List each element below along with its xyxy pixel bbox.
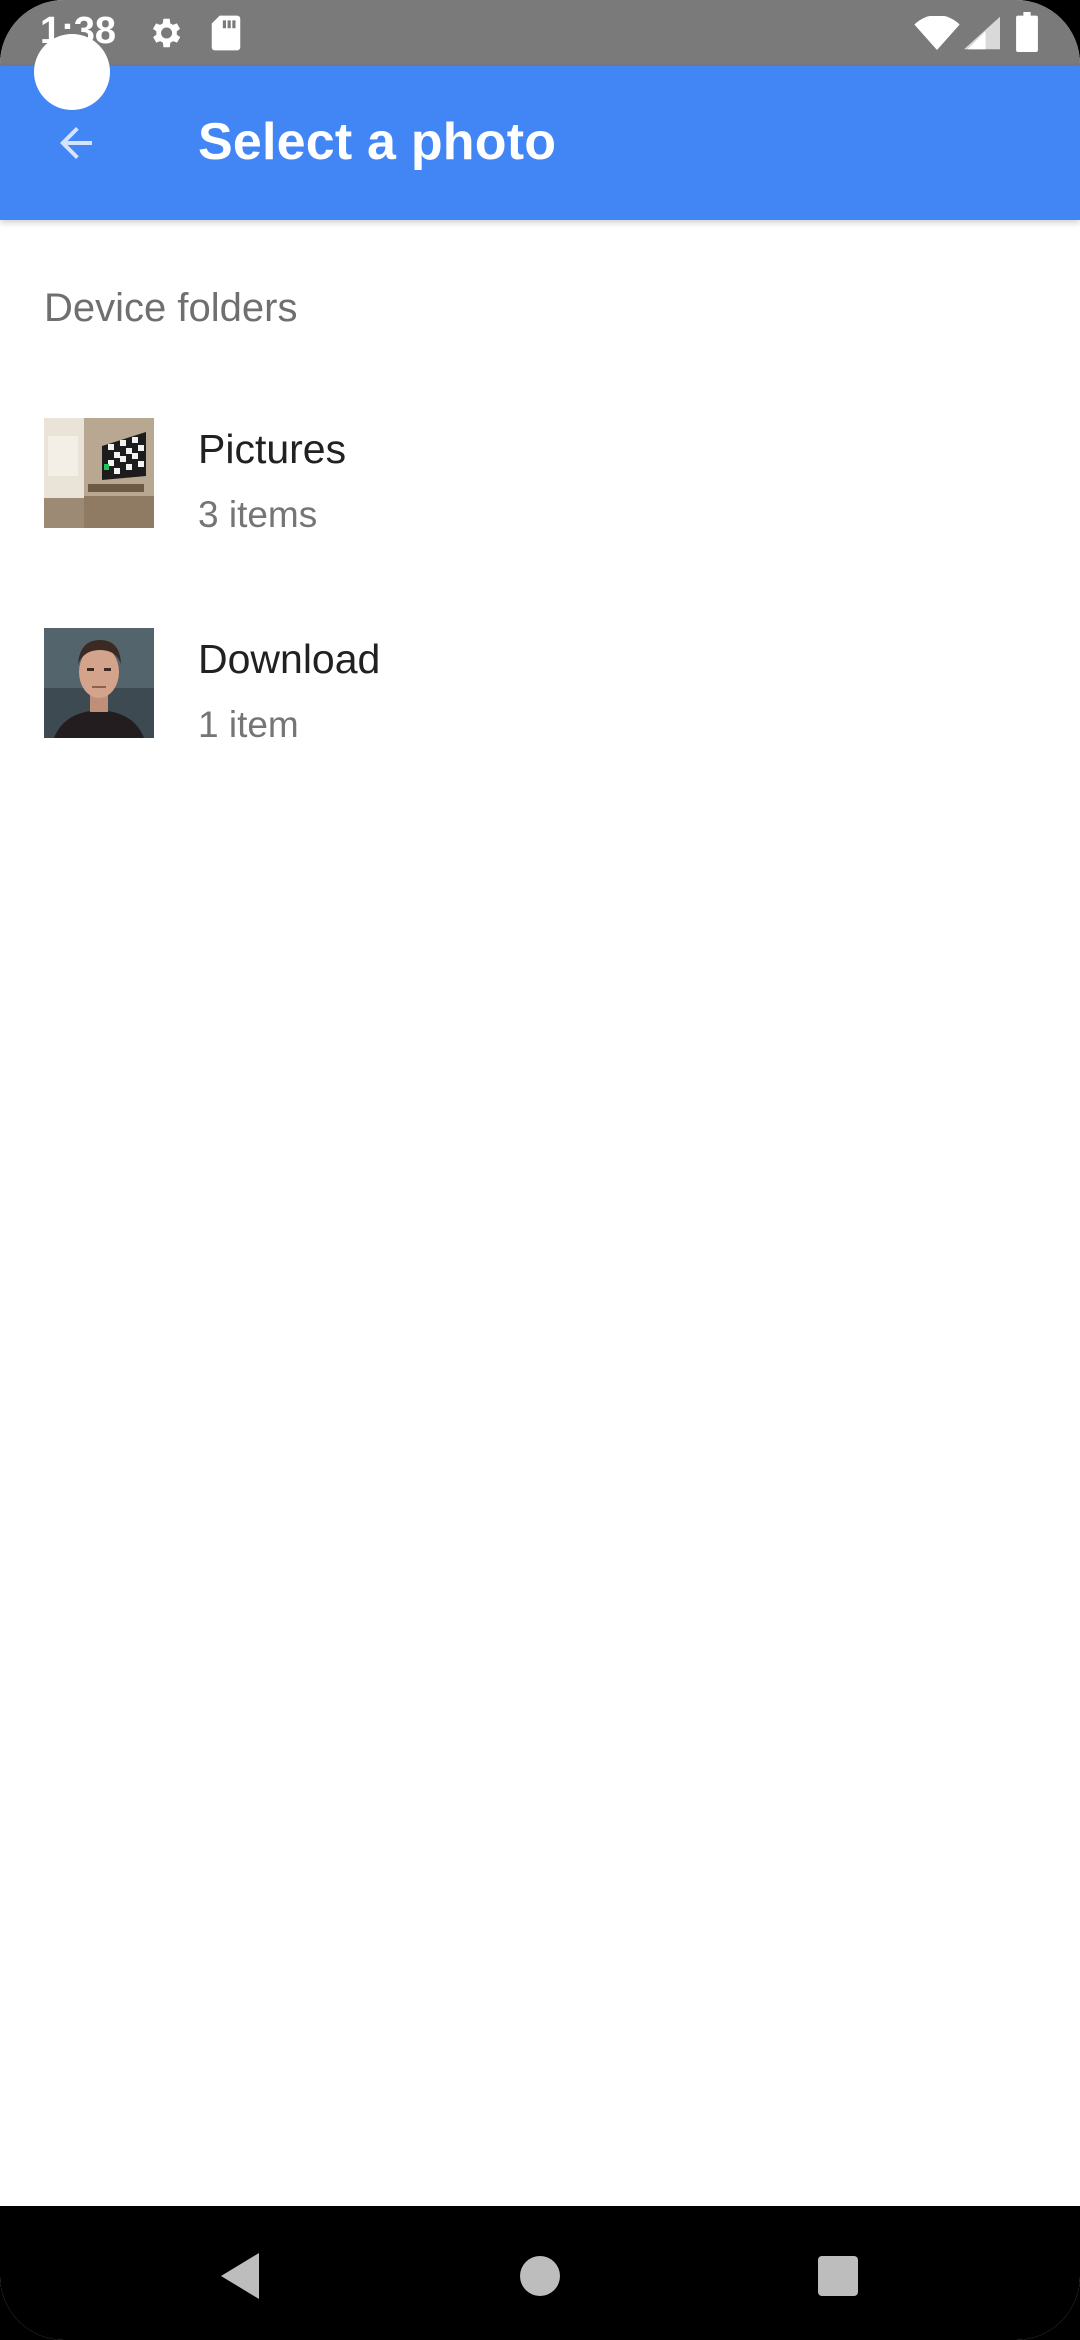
wifi-icon xyxy=(914,15,960,55)
sd-card-icon xyxy=(210,14,242,57)
folder-thumbnail xyxy=(44,418,154,528)
cell-signal-icon xyxy=(964,16,1000,55)
folder-item-count: 3 items xyxy=(198,494,318,535)
battery-icon xyxy=(1016,12,1038,57)
folder-item-count: 1 item xyxy=(198,704,299,745)
page-title: Select a photo xyxy=(198,113,557,171)
touch-indicator xyxy=(34,34,110,110)
nav-home-button[interactable] xyxy=(500,2236,580,2316)
nav-recents-button[interactable] xyxy=(798,2236,878,2316)
folder-item-pictures[interactable]: Pictures 3 items xyxy=(0,394,1080,594)
home-circle-icon xyxy=(520,2256,560,2296)
navigation-bar xyxy=(0,2206,1080,2340)
recents-square-icon xyxy=(818,2256,858,2296)
settings-icon xyxy=(146,14,184,57)
status-bar: 1:38 xyxy=(0,0,1080,66)
arrow-back-icon xyxy=(60,127,92,159)
folder-name: Download xyxy=(198,636,381,682)
back-triangle-icon xyxy=(221,2253,259,2299)
folder-name: Pictures xyxy=(198,426,347,472)
folder-thumbnail xyxy=(44,628,154,738)
section-header: Device folders xyxy=(44,286,298,330)
back-button[interactable] xyxy=(40,110,112,176)
nav-back-button[interactable] xyxy=(200,2236,280,2316)
folder-item-download[interactable]: Download 1 item xyxy=(0,606,1080,806)
app-bar: Select a photo xyxy=(0,66,1080,220)
screen: 1:38 Select a photo Device folders Pictu… xyxy=(0,0,1080,2340)
